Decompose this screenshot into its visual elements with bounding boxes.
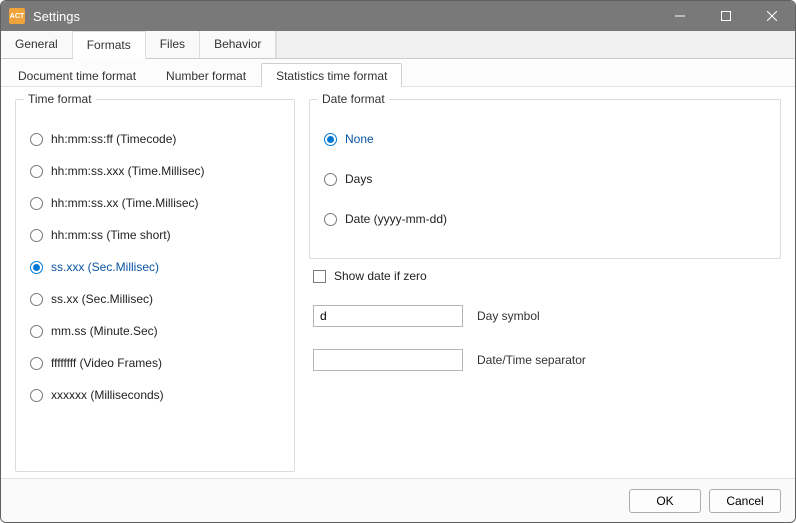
radio-icon [324,133,337,146]
radio-icon [30,389,43,402]
time-format-option-time-short[interactable]: hh:mm:ss (Time short) [30,228,280,242]
show-date-if-zero-checkbox[interactable]: Show date if zero [313,269,777,283]
day-symbol-input[interactable] [313,305,463,327]
date-time-separator-label: Date/Time separator [477,353,586,367]
settings-window: ACT Settings General Formats Files Behav… [0,0,796,523]
option-label: ss.xxx (Sec.Millisec) [51,260,159,274]
top-tabs: General Formats Files Behavior [1,31,795,59]
radio-icon [324,213,337,226]
ok-button[interactable]: OK [629,489,701,513]
day-symbol-label: Day symbol [477,309,540,323]
close-button[interactable] [749,1,795,31]
right-column: Date format None Days Date (yyyy-mm-dd) [309,99,781,472]
maximize-button[interactable] [703,1,749,31]
radio-icon [30,357,43,370]
option-label: None [345,132,374,146]
radio-icon [30,325,43,338]
option-label: ffffffff (Video Frames) [51,356,162,370]
checkbox-label: Show date if zero [334,269,427,283]
time-format-option-minute-sec[interactable]: mm.ss (Minute.Sec) [30,324,280,338]
date-format-option-days[interactable]: Days [324,172,766,186]
sub-tabs: Document time format Number format Stati… [1,59,795,87]
time-format-option-sec-millisec-2[interactable]: ss.xx (Sec.Millisec) [30,292,280,306]
option-label: ss.xx (Sec.Millisec) [51,292,153,306]
radio-icon [30,229,43,242]
date-time-separator-input[interactable] [313,349,463,371]
date-format-extra: Show date if zero Day symbol Date/Time s… [309,259,781,371]
time-format-group: Time format hh:mm:ss:ff (Timecode) hh:mm… [15,99,295,472]
content-area: Time format hh:mm:ss:ff (Timecode) hh:mm… [1,87,795,478]
option-label: xxxxxx (Milliseconds) [51,388,164,402]
time-format-option-video-frames[interactable]: ffffffff (Video Frames) [30,356,280,370]
cancel-button[interactable]: Cancel [709,489,781,513]
tab-behavior[interactable]: Behavior [200,31,276,58]
radio-icon [30,197,43,210]
option-label: hh:mm:ss:ff (Timecode) [51,132,176,146]
radio-icon [30,133,43,146]
date-format-group: Date format None Days Date (yyyy-mm-dd) [309,99,781,259]
subtab-statistics-time-format[interactable]: Statistics time format [261,63,402,87]
minimize-button[interactable] [657,1,703,31]
tab-formats[interactable]: Formats [73,31,146,59]
option-label: hh:mm:ss.xx (Time.Millisec) [51,196,199,210]
time-format-option-time-millisec-3[interactable]: hh:mm:ss.xxx (Time.Millisec) [30,164,280,178]
tab-strip-filler [276,31,795,58]
radio-icon [324,173,337,186]
radio-icon [30,165,43,178]
subtab-document-time-format[interactable]: Document time format [3,63,151,86]
time-format-option-sec-millisec-3[interactable]: ss.xxx (Sec.Millisec) [30,260,280,274]
radio-icon [30,293,43,306]
date-format-option-none[interactable]: None [324,132,766,146]
subtab-number-format[interactable]: Number format [151,63,261,86]
option-label: hh:mm:ss (Time short) [51,228,171,242]
option-label: Days [345,172,372,186]
time-format-option-milliseconds[interactable]: xxxxxx (Milliseconds) [30,388,280,402]
time-format-legend: Time format [24,92,96,106]
time-format-option-time-millisec-2[interactable]: hh:mm:ss.xx (Time.Millisec) [30,196,280,210]
date-format-option-date[interactable]: Date (yyyy-mm-dd) [324,212,766,226]
title-bar[interactable]: ACT Settings [1,1,795,31]
tab-general[interactable]: General [1,31,73,58]
dialog-footer: OK Cancel [1,478,795,522]
option-label: mm.ss (Minute.Sec) [51,324,158,338]
time-format-option-timecode[interactable]: hh:mm:ss:ff (Timecode) [30,132,280,146]
tab-files[interactable]: Files [146,31,200,58]
checkbox-icon [313,270,326,283]
date-format-legend: Date format [318,92,389,106]
option-label: Date (yyyy-mm-dd) [345,212,447,226]
option-label: hh:mm:ss.xxx (Time.Millisec) [51,164,205,178]
window-title: Settings [33,9,80,24]
app-icon: ACT [9,8,25,24]
radio-icon [30,261,43,274]
